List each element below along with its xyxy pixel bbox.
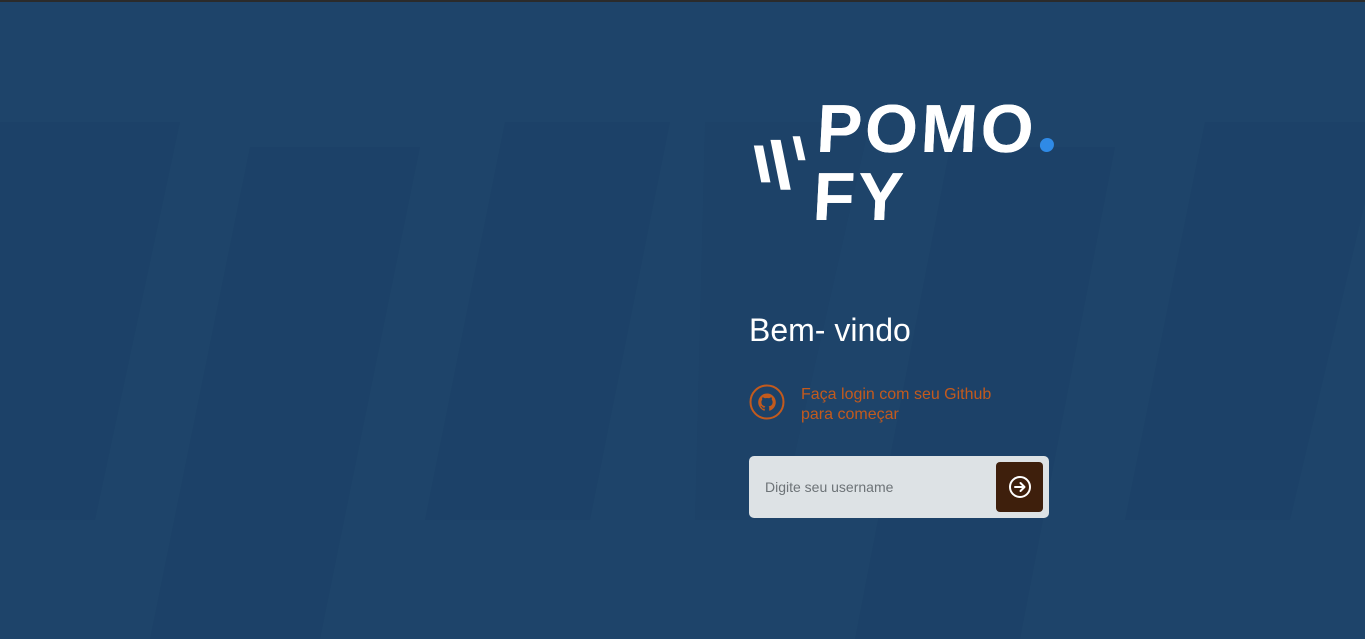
submit-button[interactable] [996,462,1043,512]
logo-text-suffix: FY [811,159,909,235]
username-input[interactable] [749,456,996,518]
github-hint-line-2: para começar [801,406,899,423]
github-login-hint: Faça login com seu Github para começar [749,384,1049,425]
logo-dot [1039,138,1055,152]
github-hint-text: Faça login com seu Github para começar [801,385,1041,425]
app-logo: POMOFY [752,91,1122,235]
logo-text-main: POMO [814,91,1039,167]
github-hint-line-1: Faça login com seu Github [801,386,992,403]
welcome-title: Bem- vindo [749,312,911,348]
username-form [749,456,1049,518]
background-slanted-shapes [0,122,1365,639]
logo-marks-icon [753,136,806,190]
github-icon [749,384,785,420]
arrow-right-circle-icon [1008,476,1031,498]
logo-text: POMOFY [811,91,1125,235]
